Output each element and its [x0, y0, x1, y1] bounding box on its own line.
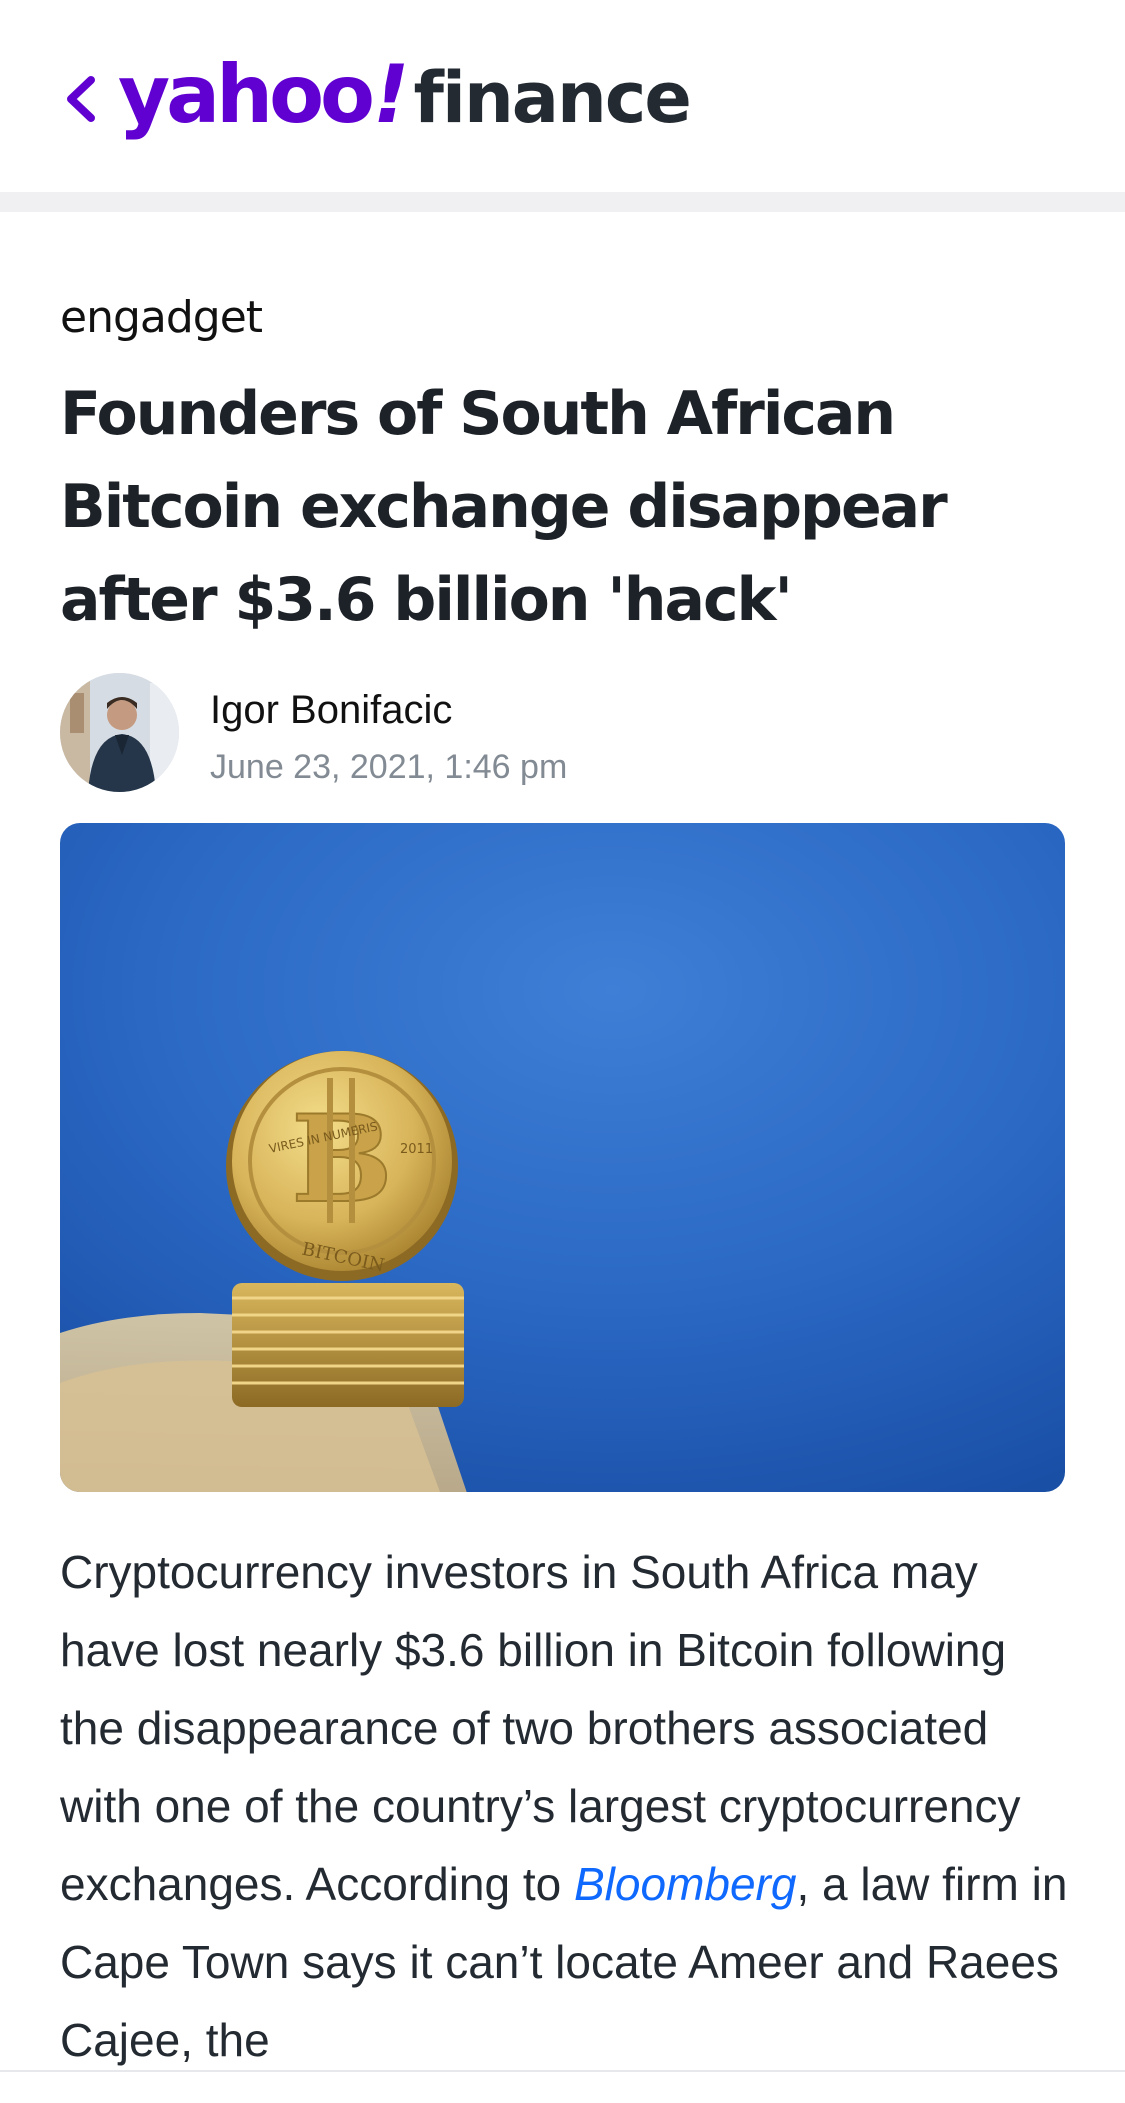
yahoo-finance-logo[interactable]: yahoo ! finance: [118, 48, 692, 148]
coin-stack: [232, 1283, 464, 1407]
svg-text:B: B: [291, 1089, 392, 1230]
source-logo[interactable]: engadget: [60, 292, 263, 343]
article-headline: Founders of South African Bitcoin exchan…: [60, 379, 948, 635]
logo-yahoo-text: yahoo: [118, 48, 375, 141]
bloomberg-link[interactable]: Bloomberg: [574, 1858, 796, 1910]
logo-finance-text: finance: [413, 57, 692, 139]
header-divider: [0, 192, 1125, 212]
coin-year: 2011: [400, 1142, 433, 1157]
top-navigation-bar: yahoo ! finance: [0, 0, 1125, 192]
bottom-divider: [0, 2070, 1125, 2072]
back-button[interactable]: [56, 66, 104, 132]
hero-image[interactable]: B VIRES IN NUMERIS 2011 BITCOIN: [60, 823, 1065, 1492]
logo-bang-text: !: [373, 48, 410, 141]
article-body-paragraph: Cryptocurrency investors in South Africa…: [60, 1533, 1070, 2079]
chevron-left-icon: [67, 76, 95, 122]
author-avatar[interactable]: [60, 673, 179, 792]
bitcoin-coin: B VIRES IN NUMERIS 2011 BITCOIN: [226, 1051, 458, 1281]
body-text-part-1: Cryptocurrency investors in South Africa…: [60, 1546, 1021, 1910]
publish-date: June 23, 2021, 1:46 pm: [210, 748, 568, 786]
author-name[interactable]: Igor Bonifacic: [210, 688, 452, 733]
